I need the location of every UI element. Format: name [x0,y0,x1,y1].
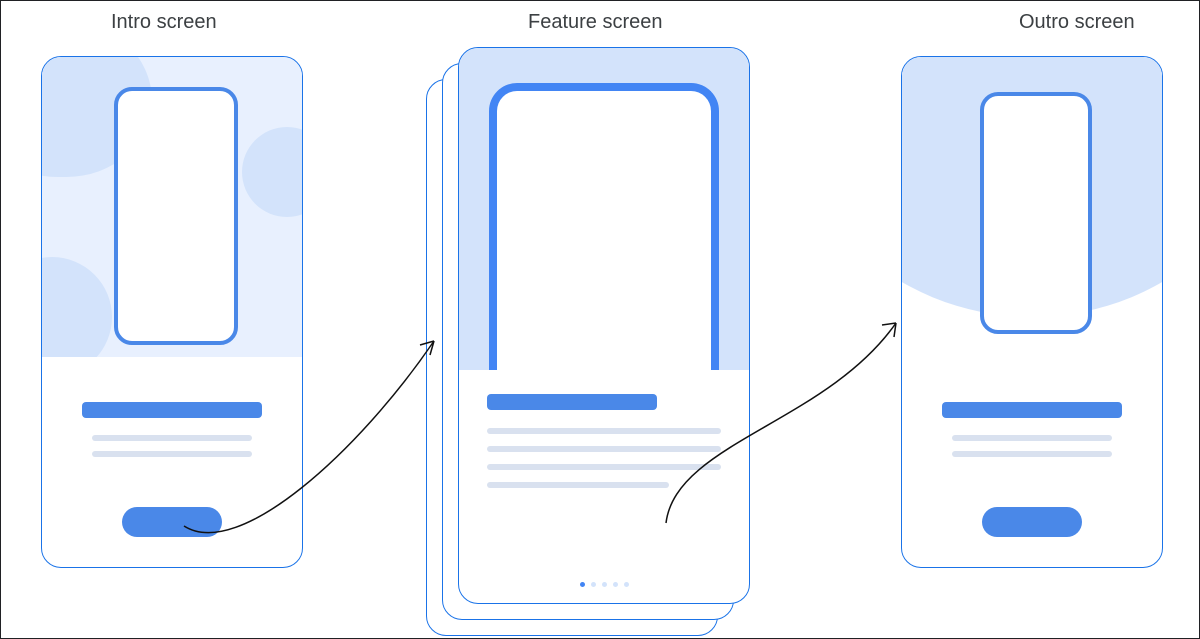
pager-dot [613,582,618,587]
diagram-frame: Intro screen Feature screen Outro screen [0,0,1200,639]
pager-dots [459,582,749,587]
device-illustration [980,92,1092,334]
feature-hero [459,48,749,370]
text-placeholder [952,451,1112,457]
text-placeholder [487,446,721,452]
blob-shape [42,257,112,357]
device-illustration [114,87,238,345]
text-placeholder [952,435,1112,441]
outro-hero [902,57,1162,357]
text-placeholder [92,451,252,457]
pager-dot [602,582,607,587]
pager-dot [580,582,585,587]
label-feature: Feature screen [528,11,663,34]
cta-button-placeholder [122,507,222,537]
text-placeholder [487,428,721,434]
outro-screen-mock [901,56,1163,568]
title-placeholder [942,402,1122,418]
intro-screen-mock [41,56,303,568]
pager-dot [591,582,596,587]
label-outro: Outro screen [1019,11,1135,34]
pager-dot [624,582,629,587]
cta-button-placeholder [982,507,1082,537]
text-placeholder [487,482,669,488]
intro-hero [42,57,302,357]
feature-screen-mock-front [458,47,750,604]
text-placeholder [92,435,252,441]
title-placeholder [82,402,262,418]
text-placeholder [487,464,721,470]
device-illustration [489,83,719,370]
title-placeholder [487,394,657,410]
blob-shape [242,127,302,217]
label-intro: Intro screen [111,11,217,34]
